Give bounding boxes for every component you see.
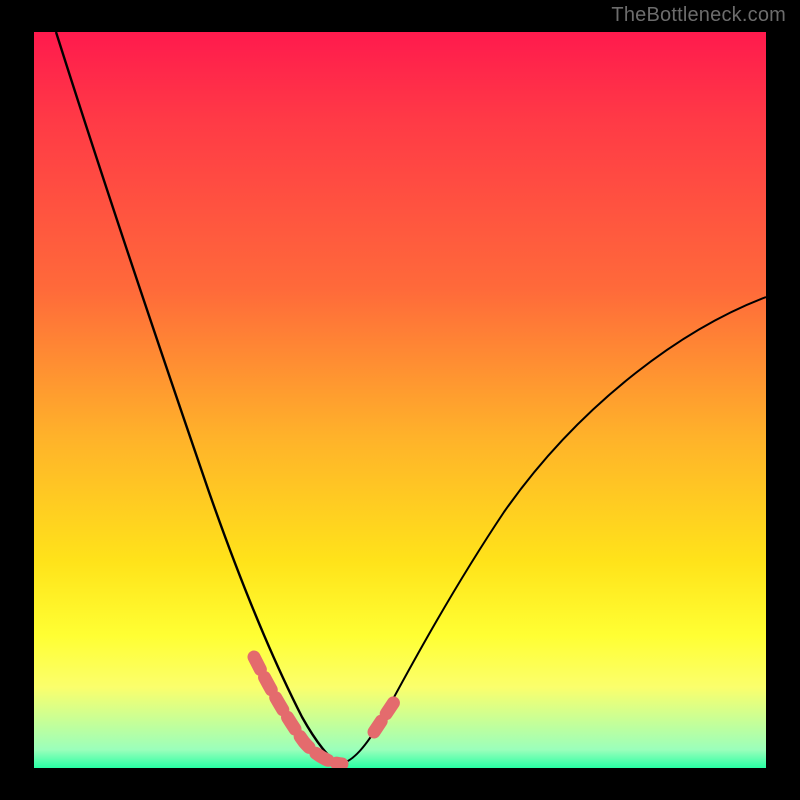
- chart-stage: TheBottleneck.com: [0, 0, 800, 800]
- left-curve: [56, 32, 340, 764]
- marker-band-right: [374, 696, 398, 732]
- watermark-text: TheBottleneck.com: [611, 4, 786, 27]
- right-curve: [340, 297, 766, 764]
- curve-layer: [34, 32, 766, 768]
- plot-area: [34, 32, 766, 768]
